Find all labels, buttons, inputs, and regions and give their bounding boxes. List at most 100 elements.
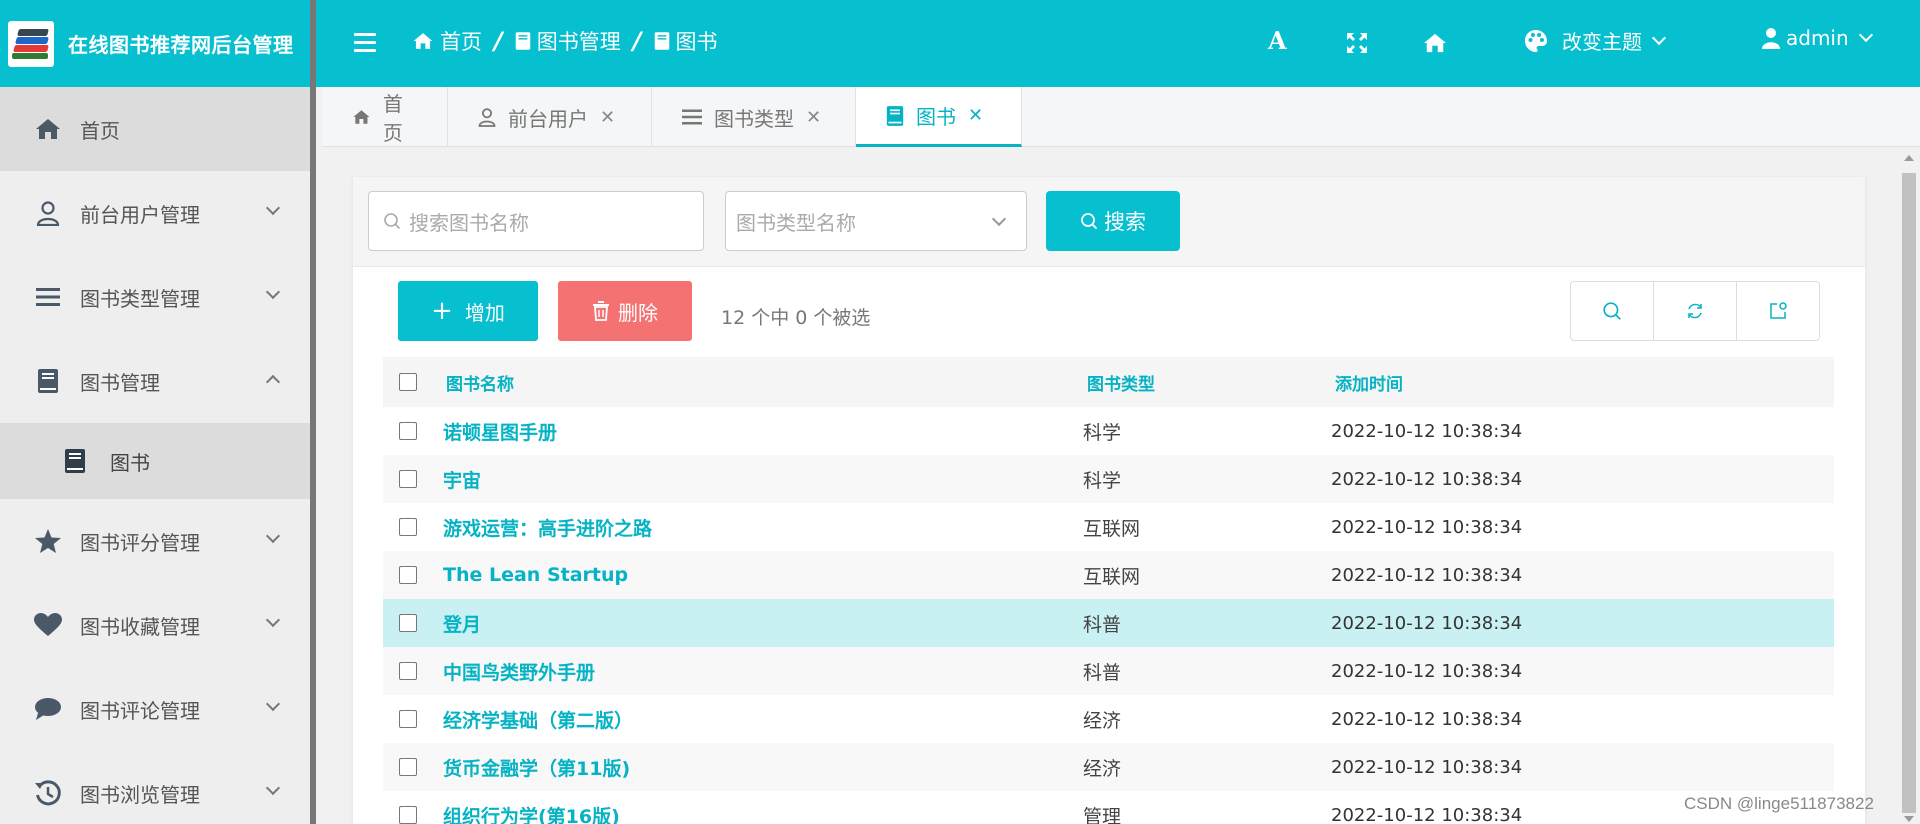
trash-icon xyxy=(593,301,609,321)
user-dropdown[interactable]: admin xyxy=(1762,26,1873,50)
book-name-search-input[interactable]: 搜索图书名称 xyxy=(368,191,704,251)
added-time-cell: 2022-10-12 10:38:34 xyxy=(1331,468,1523,490)
table-row[interactable]: 经济学基础（第二版） 经济 2022-10-12 10:38:34 xyxy=(383,695,1834,743)
table-row[interactable]: 游戏运营：高手进阶之路 互联网 2022-10-12 10:38:34 xyxy=(383,503,1834,551)
scroll-up-arrow-icon[interactable] xyxy=(1904,155,1914,161)
add-button[interactable]: + 增加 xyxy=(398,281,538,341)
table-row[interactable]: 宇宙 科学 2022-10-12 10:38:34 xyxy=(383,455,1834,503)
table-row[interactable]: 中国鸟类野外手册 科普 2022-10-12 10:38:34 xyxy=(383,647,1834,695)
refresh-icon xyxy=(1688,303,1702,319)
added-time-cell: 2022-10-12 10:38:34 xyxy=(1331,420,1523,442)
table-row[interactable]: The Lean Startup 互联网 2022-10-12 10:38:34 xyxy=(383,551,1834,599)
breadcrumb-books[interactable]: 图书 xyxy=(654,26,718,56)
book-name-link[interactable]: 组织行为学(第16版) xyxy=(443,802,1083,824)
book-type-cell: 科普 xyxy=(1083,661,1122,684)
history-icon xyxy=(34,779,62,807)
add-button-label: 增加 xyxy=(464,300,505,325)
sidebar-item-browsing[interactable]: 图书浏览管理 xyxy=(0,751,310,824)
book-name-link[interactable]: 登月 xyxy=(443,610,1083,637)
book-icon xyxy=(515,32,531,50)
theme-dropdown[interactable]: 改变主题 xyxy=(1524,26,1667,55)
row-checkbox[interactable] xyxy=(383,566,443,584)
row-checkbox[interactable] xyxy=(383,806,443,824)
sidebar-subitem-books[interactable]: 图书 xyxy=(0,423,310,499)
close-icon[interactable]: ✕ xyxy=(968,105,983,126)
book-name-link[interactable]: 中国鸟类野外手册 xyxy=(443,658,1083,685)
column-header-name[interactable]: 图书名称 xyxy=(443,370,1083,395)
user-icon xyxy=(34,199,62,227)
table-row[interactable]: 诺顿星图手册 科学 2022-10-12 10:38:34 xyxy=(383,407,1834,455)
book-name-link[interactable]: 游戏运营：高手进阶之路 xyxy=(443,514,1083,541)
row-checkbox[interactable] xyxy=(383,758,443,776)
search-button[interactable]: 搜索 xyxy=(1046,191,1180,251)
palette-icon xyxy=(1525,29,1547,52)
row-checkbox[interactable] xyxy=(383,710,443,728)
book-name-link[interactable]: 诺顿星图手册 xyxy=(443,418,1083,445)
sidebar-item-label: 图书浏览管理 xyxy=(80,782,200,807)
tab-books[interactable]: 图书 ✕ xyxy=(856,87,1022,147)
toggle-search-button[interactable] xyxy=(1571,282,1654,340)
book-type-cell: 科学 xyxy=(1083,469,1122,492)
book-name-link[interactable]: 宇宙 xyxy=(443,466,1083,493)
row-checkbox[interactable] xyxy=(383,518,443,536)
search-placeholder: 搜索图书名称 xyxy=(409,210,529,235)
export-icon xyxy=(1770,302,1787,319)
search-bar: 搜索图书名称 图书类型名称 搜索 xyxy=(353,177,1865,267)
export-button[interactable] xyxy=(1737,282,1819,340)
table-tools xyxy=(1570,281,1820,341)
home-button[interactable] xyxy=(1422,32,1448,54)
search-icon xyxy=(1081,213,1098,230)
delete-button-label: 删除 xyxy=(618,300,658,325)
column-header-type[interactable]: 图书类型 xyxy=(1083,370,1331,395)
sidebar-item-label: 图书类型管理 xyxy=(80,286,200,311)
close-icon[interactable]: ✕ xyxy=(600,107,615,128)
row-checkbox[interactable] xyxy=(383,614,443,632)
refresh-button[interactable] xyxy=(1654,282,1737,340)
book-name-link[interactable]: The Lean Startup xyxy=(443,564,1083,586)
table-row[interactable]: 登月 科普 2022-10-12 10:38:34 xyxy=(383,599,1834,647)
tab-book-types[interactable]: 图书类型 ✕ xyxy=(652,87,856,147)
vertical-scrollbar[interactable] xyxy=(1898,147,1920,824)
book-type-cell: 互联网 xyxy=(1083,565,1141,588)
book-type-cell: 科普 xyxy=(1083,613,1122,636)
breadcrumb-label: 图书管理 xyxy=(536,30,621,54)
row-checkbox[interactable] xyxy=(383,470,443,488)
scroll-down-arrow-icon[interactable] xyxy=(1904,816,1914,822)
select-all-checkbox[interactable] xyxy=(383,373,443,391)
sidebar-item-ratings[interactable]: 图书评分管理 xyxy=(0,499,310,583)
book-type-select[interactable]: 图书类型名称 xyxy=(725,191,1027,251)
breadcrumb-book-management[interactable]: 图书管理 xyxy=(515,26,621,56)
list-icon xyxy=(682,109,702,125)
plus-icon: + xyxy=(431,296,453,326)
sidebar-item-users[interactable]: 前台用户管理 xyxy=(0,171,310,255)
sidebar-item-favorites[interactable]: 图书收藏管理 xyxy=(0,583,310,667)
menu-toggle-icon[interactable] xyxy=(354,33,376,52)
tab-bar: 首页 前台用户 ✕ 图书类型 ✕ 图书 ✕ xyxy=(322,87,1920,147)
row-checkbox[interactable] xyxy=(383,422,443,440)
row-checkbox[interactable] xyxy=(383,662,443,680)
tab-users[interactable]: 前台用户 ✕ xyxy=(448,87,652,147)
home-icon xyxy=(34,115,62,143)
added-time-cell: 2022-10-12 10:38:34 xyxy=(1331,660,1523,682)
breadcrumb-home[interactable]: 首页 xyxy=(412,26,482,56)
table-row[interactable]: 货币金融学（第11版) 经济 2022-10-12 10:38:34 xyxy=(383,743,1834,791)
book-name-link[interactable]: 经济学基础（第二版） xyxy=(443,706,1083,733)
close-icon[interactable]: ✕ xyxy=(806,107,821,128)
sidebar-item-book-types[interactable]: 图书类型管理 xyxy=(0,255,310,339)
column-header-time[interactable]: 添加时间 xyxy=(1331,370,1731,395)
fullscreen-button[interactable] xyxy=(1346,32,1368,54)
delete-button[interactable]: 删除 xyxy=(558,281,692,341)
book-type-cell: 经济 xyxy=(1083,757,1122,780)
brand[interactable]: 在线图书推荐网后台管理 xyxy=(0,0,310,87)
table-row[interactable]: 组织行为学(第16版) 管理 2022-10-12 10:38:34 xyxy=(383,791,1834,824)
sidebar-item-home[interactable]: 首页 xyxy=(0,87,310,171)
tab-home[interactable]: 首页 xyxy=(322,87,448,147)
sidebar-item-comments[interactable]: 图书评论管理 xyxy=(0,667,310,751)
scrollbar-thumb[interactable] xyxy=(1902,173,1916,813)
book-name-link[interactable]: 货币金融学（第11版) xyxy=(443,754,1083,781)
search-icon xyxy=(1603,302,1621,320)
book-type-cell: 互联网 xyxy=(1083,517,1141,540)
font-size-button[interactable]: A xyxy=(1268,26,1287,55)
book-icon xyxy=(64,447,92,475)
sidebar-item-book-management[interactable]: 图书管理 xyxy=(0,339,310,423)
